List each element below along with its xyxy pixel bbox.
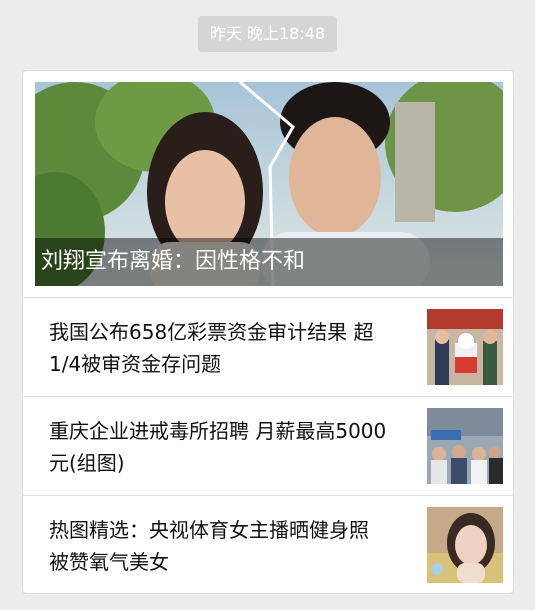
job-fair-thumb bbox=[427, 408, 503, 484]
anchor-portrait-thumb bbox=[427, 507, 503, 583]
item-title: 重庆企业进戒毒所招聘 月薪最高5000元(组图) bbox=[49, 419, 387, 475]
list-item[interactable]: 热图精选：央视体育女主播晒健身照 被赞氧气美女 bbox=[23, 495, 513, 593]
news-article-card[interactable]: 刘翔宣布离婚：因性格不和 我国公布658亿彩票资金审计结果 超1/4被审资金存问… bbox=[22, 70, 514, 594]
item-title: 我国公布658亿彩票资金审计结果 超1/4被审资金存问题 bbox=[49, 320, 374, 376]
item-title: 热图精选：央视体育女主播晒健身照 被赞氧气美女 bbox=[49, 518, 369, 574]
list-item[interactable]: 重庆企业进戒毒所招聘 月薪最高5000元(组图) bbox=[23, 396, 513, 495]
message-timestamp: 昨天 晚上18:48 bbox=[197, 16, 338, 52]
list-item[interactable]: 我国公布658亿彩票资金审计结果 超1/4被审资金存问题 bbox=[23, 297, 513, 396]
lottery-event-thumb bbox=[427, 309, 503, 385]
hero-caption: 刘翔宣布离婚：因性格不和 bbox=[35, 238, 503, 286]
timestamp-row: 昨天 晚上18:48 bbox=[0, 16, 535, 52]
hero-article[interactable]: 刘翔宣布离婚：因性格不和 bbox=[35, 82, 503, 286]
